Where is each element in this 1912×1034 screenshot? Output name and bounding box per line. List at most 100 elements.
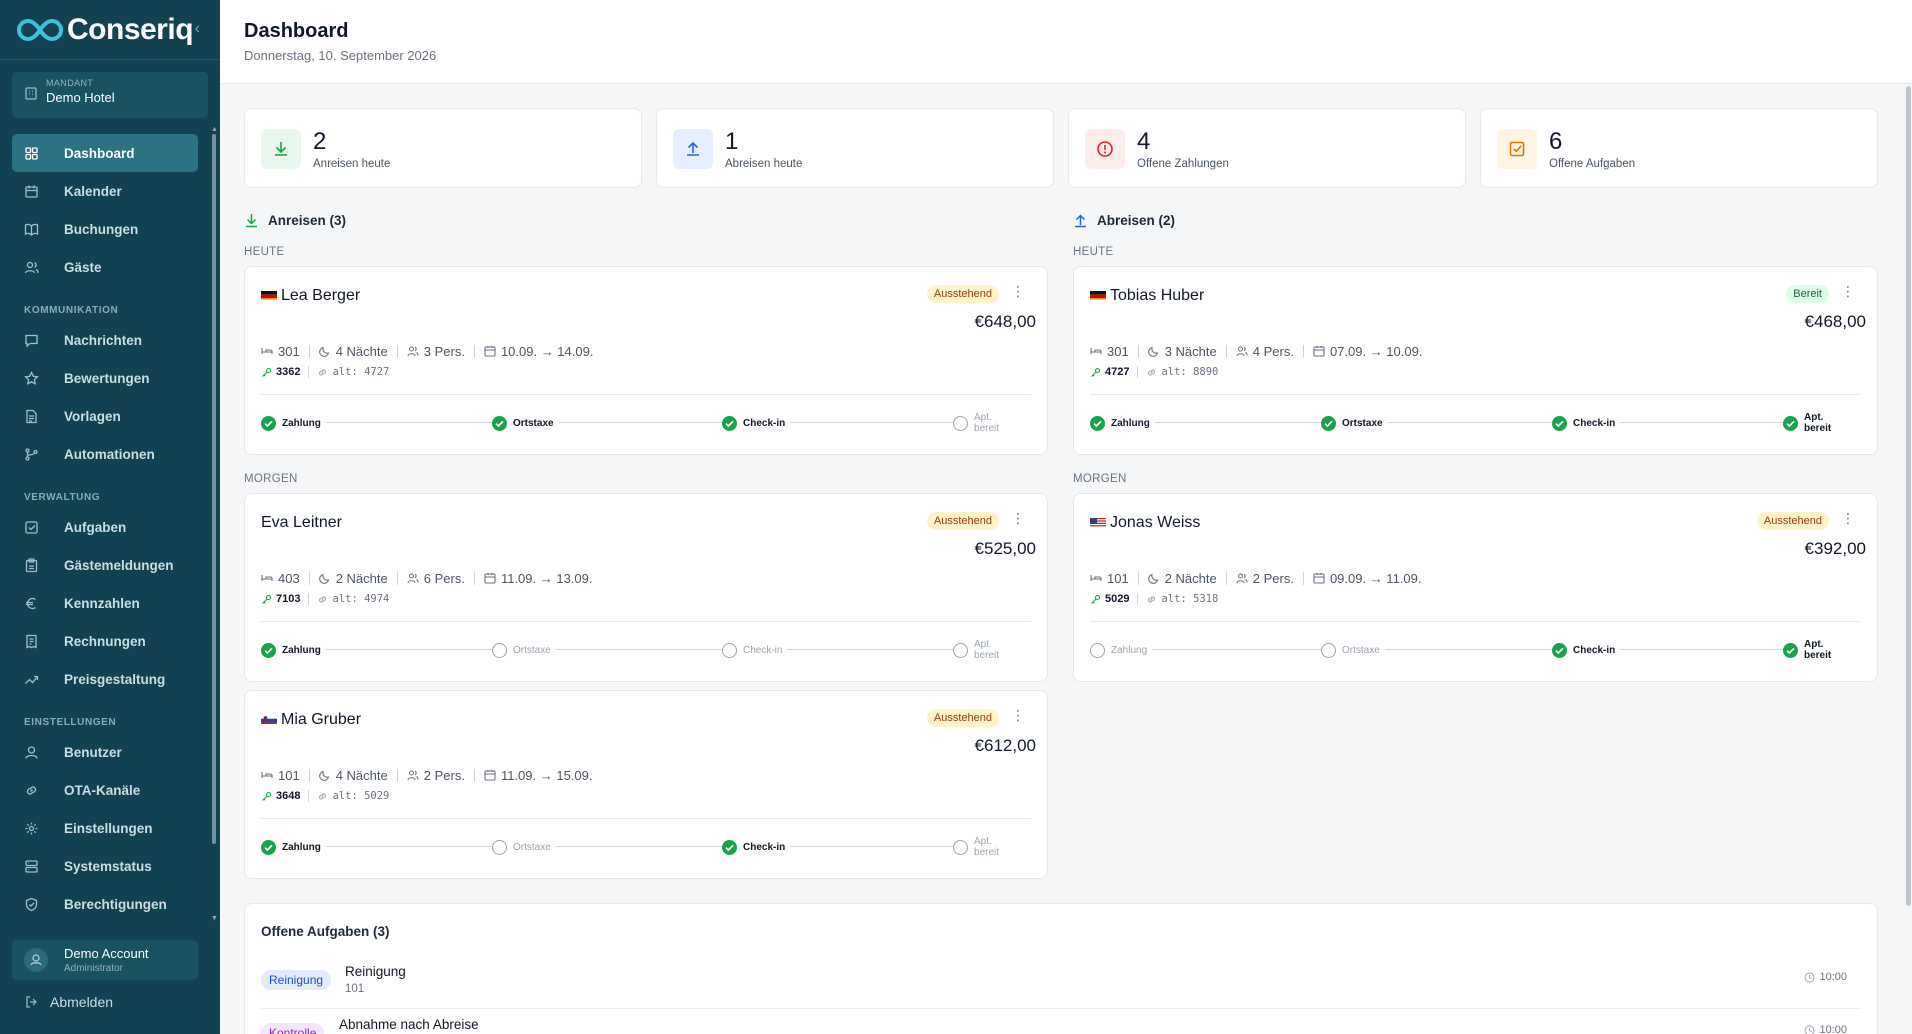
sidebar-item-preisgestaltung[interactable]: Preisgestaltung	[12, 660, 198, 698]
main-scrollbar[interactable]	[1906, 86, 1912, 916]
booking-card-mia[interactable]: Mia Gruber Ausstehend ⋮ €612,00 101 4 Nächte 2…	[244, 690, 1048, 879]
step-apt-bereit[interactable]: Apt. bereit	[953, 412, 1023, 434]
more-options-icon[interactable]: ⋮	[1011, 707, 1025, 723]
step-check-in[interactable]: Check-in	[722, 641, 788, 659]
logout-button[interactable]: Abmelden	[24, 994, 113, 1010]
main-scroll-thumb[interactable]	[1906, 86, 1911, 906]
sidebar-item-buchungen[interactable]: Buchungen	[12, 210, 198, 248]
scroll-down-icon[interactable]: ▼	[211, 915, 218, 922]
step-check-in[interactable]: Check-in	[722, 838, 791, 856]
sidebar-item-label: Kalender	[64, 183, 122, 199]
sidebar-scrollbar[interactable]: ▲ ▼	[211, 126, 218, 922]
step-check-in[interactable]: Check-in	[722, 414, 791, 432]
moon-icon	[1147, 346, 1158, 357]
step-apt-bereit[interactable]: Apt. bereit	[1783, 639, 1853, 661]
sidebar-item-ota-kanaele[interactable]: OTA-Kanäle	[12, 771, 198, 809]
step-zahlung[interactable]: Zahlung	[261, 414, 326, 432]
more-options-icon[interactable]: ⋮	[1841, 510, 1855, 526]
sidebar-item-label: Gästemeldungen	[64, 557, 174, 573]
sidebar-item-vorlagen[interactable]: Vorlagen	[12, 397, 198, 435]
more-options-icon[interactable]: ⋮	[1011, 510, 1025, 526]
checkin-steps: Zahlung Ortstaxe Check-in Apt. bereit	[261, 412, 1023, 434]
step-ortstaxe[interactable]: Ortstaxe	[492, 641, 556, 659]
persons-icon	[407, 573, 419, 584]
guest-name[interactable]: Mia Gruber	[281, 711, 361, 729]
sidebar-item-bewertungen[interactable]: Bewertungen	[12, 359, 198, 397]
stat-arrivals-today[interactable]: 2 Anreisen heute	[244, 108, 642, 188]
empty-circle-icon	[953, 415, 968, 431]
more-options-icon[interactable]: ⋮	[1011, 283, 1025, 299]
task-item[interactable]: Reinigung Reinigung 101 10:00	[261, 958, 1861, 1010]
tenant-value: Demo Hotel	[46, 90, 115, 105]
step-ortstaxe[interactable]: Ortstaxe	[1321, 641, 1385, 659]
guest-name[interactable]: Jonas Weiss	[1110, 514, 1200, 532]
departures-today-label: HEUTE	[1073, 246, 1114, 258]
sidebar-item-label: OTA-Kanäle	[64, 782, 141, 798]
sidebar-item-berechtigungen[interactable]: Berechtigungen	[12, 885, 198, 923]
step-ortstaxe[interactable]: Ortstaxe	[1321, 414, 1388, 432]
sidebar-item-automationen[interactable]: Automationen	[12, 435, 198, 473]
sidebar-scroll-thumb[interactable]	[212, 134, 216, 844]
task-item[interactable]: Kontrolle Abnahme nach Abreise 10:00	[261, 1011, 1861, 1034]
step-zahlung[interactable]: Zahlung	[1090, 414, 1155, 432]
stay-dates: 09.09. → 11.09.	[1329, 570, 1422, 586]
page-date: Donnerstag, 10. September 2026	[244, 48, 437, 63]
sidebar-item-label: Vorlagen	[64, 408, 121, 424]
sidebar-item-dashboard[interactable]: Dashboard	[12, 134, 198, 172]
sidebar-item-nachrichten[interactable]: Nachrichten	[12, 321, 198, 359]
sidebar-item-rechnungen[interactable]: Rechnungen	[12, 622, 198, 660]
booking-card-eva[interactable]: Eva Leitner Ausstehend ⋮ €525,00 403 2 Nächte…	[244, 493, 1048, 682]
sidebar-item-gaeste[interactable]: Gäste	[12, 248, 198, 286]
step-ortstaxe[interactable]: Ortstaxe	[492, 414, 559, 432]
step-zahlung[interactable]: Zahlung	[261, 641, 326, 659]
sidebar-item-kennzahlen[interactable]: Kennzahlen	[12, 584, 198, 622]
sidebar-item-systemstatus[interactable]: Systemstatus	[12, 847, 198, 885]
collapse-sidebar-icon[interactable]: ‹	[195, 20, 200, 38]
alt-code: alt: 4974	[332, 593, 390, 605]
sidebar-item-einstellungen[interactable]: Einstellungen	[12, 809, 198, 847]
empty-circle-icon	[722, 642, 737, 658]
room-number: 101	[278, 767, 300, 783]
guest-name[interactable]: Tobias Huber	[1110, 287, 1204, 305]
stat-open-tasks[interactable]: 6 Offene Aufgaben	[1480, 108, 1878, 188]
booking-card-jonas[interactable]: Jonas Weiss Ausstehend ⋮ €392,00 101 2 Nächte…	[1073, 493, 1878, 682]
booking-card-tobias[interactable]: Tobias Huber Bereit ⋮ €468,00 301 3 Nächte 4 P…	[1073, 266, 1878, 455]
step-apt-bereit[interactable]: Apt. bereit	[953, 836, 1023, 858]
open-tasks-title: Offene Aufgaben (3)	[261, 924, 390, 939]
sidebar-item-label: Benutzer	[64, 744, 122, 760]
sidebar-item-gaestemeldungen[interactable]: Gästemeldungen	[12, 546, 198, 584]
booking-price: €525,00	[974, 539, 1036, 558]
guest-name[interactable]: Eva Leitner	[261, 514, 342, 532]
sidebar-item-kalender[interactable]: Kalender	[12, 172, 198, 210]
step-check-in[interactable]: Check-in	[1552, 641, 1621, 659]
account-menu[interactable]: Demo Account Administrator	[12, 940, 198, 980]
task-time: 10:00	[1804, 1024, 1847, 1034]
tenant-selector[interactable]: MANDANT Demo Hotel	[12, 72, 208, 118]
clock-icon	[1804, 1025, 1815, 1034]
guest-name[interactable]: Lea Berger	[281, 287, 360, 305]
step-check-in[interactable]: Check-in	[1552, 414, 1621, 432]
sidebar-item-label: Rechnungen	[64, 633, 146, 649]
booking-card-lea[interactable]: Lea Berger Ausstehend ⋮ €648,00 301 4 Nächte 3…	[244, 266, 1048, 455]
page-header: Dashboard Donnerstag, 10. September 2026	[220, 0, 1912, 84]
step-ortstaxe[interactable]: Ortstaxe	[492, 838, 556, 856]
scroll-up-icon[interactable]: ▲	[211, 126, 218, 133]
persons: 2 Pers.	[1252, 570, 1294, 586]
tenant-label: MANDANT	[46, 79, 94, 87]
alert-icon	[1085, 129, 1125, 169]
sidebar-item-aufgaben[interactable]: Aufgaben	[12, 508, 198, 546]
sidebar-item-benutzer[interactable]: Benutzer	[12, 733, 198, 771]
door-code: 3648	[276, 790, 301, 802]
stat-departures-today[interactable]: 1 Abreisen heute	[656, 108, 1054, 188]
step-label: Ortstaxe	[513, 841, 551, 853]
step-zahlung[interactable]: Zahlung	[1090, 641, 1153, 659]
building-icon	[25, 87, 37, 100]
step-zahlung[interactable]: Zahlung	[261, 838, 326, 856]
step-apt-bereit[interactable]: Apt. bereit	[953, 639, 1023, 661]
card-divider	[1090, 394, 1861, 395]
departures-title: Abreisen (2)	[1097, 213, 1176, 228]
stat-open-payments[interactable]: 4 Offene Zahlungen	[1068, 108, 1466, 188]
check-circle-icon	[261, 839, 276, 855]
more-options-icon[interactable]: ⋮	[1841, 283, 1855, 299]
step-apt-bereit[interactable]: Apt. bereit	[1783, 412, 1853, 434]
